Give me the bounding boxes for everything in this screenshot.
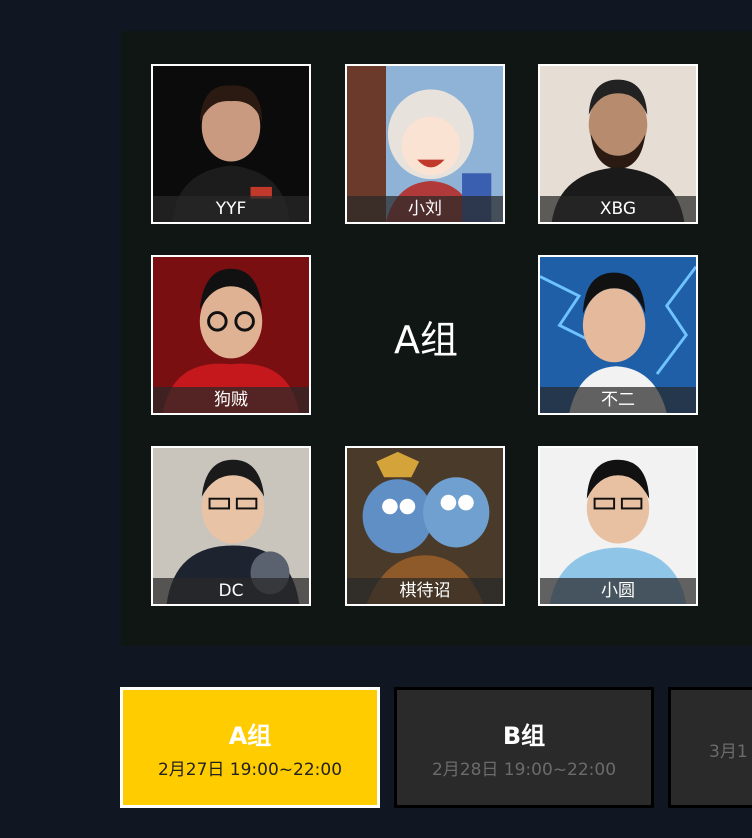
- tab-time: 2月27日 19:00~22:00: [157, 759, 343, 780]
- tab-title: A组: [228, 721, 272, 750]
- tab-group-b[interactable]: B组 2月28日 19:00~22:00: [394, 687, 654, 808]
- player-card-qidaizhao[interactable]: 棋待诏: [345, 446, 505, 606]
- player-card-xiaoliu[interactable]: 小刘: [345, 64, 505, 224]
- page: YYF 小刘 XBG 狗贼 A组 不二 DC 棋待诏 小圆 A组 2月27日 1…: [0, 0, 752, 838]
- player-card-gouzei[interactable]: 狗贼: [151, 255, 311, 415]
- player-card-yyf[interactable]: YYF: [151, 64, 311, 224]
- tab-time: 3月1: [709, 742, 748, 762]
- tab-title: B组: [502, 721, 546, 750]
- tab-group-a[interactable]: A组 2月27日 19:00~22:00: [120, 687, 380, 808]
- player-name: 不二: [540, 387, 696, 413]
- player-name: 小刘: [347, 196, 503, 222]
- player-name: 棋待诏: [347, 578, 503, 604]
- player-card-dc[interactable]: DC: [151, 446, 311, 606]
- player-name: 狗贼: [153, 387, 309, 413]
- player-name: DC: [153, 578, 309, 604]
- tab-group-c[interactable]: 3月1: [668, 687, 752, 808]
- player-name: XBG: [540, 196, 696, 222]
- player-card-buer[interactable]: 不二: [538, 255, 698, 415]
- player-card-xbg[interactable]: XBG: [538, 64, 698, 224]
- group-center-label: A组: [394, 317, 458, 362]
- tab-time: 2月28日 19:00~22:00: [431, 759, 617, 780]
- player-card-xiaoyuan[interactable]: 小圆: [538, 446, 698, 606]
- player-name: YYF: [153, 196, 309, 222]
- player-name: 小圆: [540, 578, 696, 604]
